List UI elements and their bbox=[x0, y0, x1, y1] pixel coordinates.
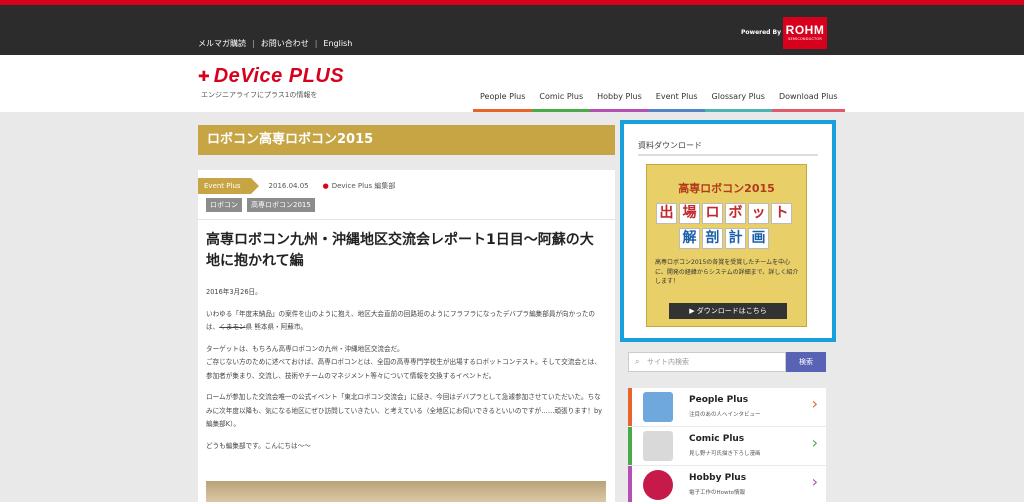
comic-character-icon bbox=[643, 431, 673, 461]
category-subtitle: 見し野ナ可氏描き下ろし漫画 bbox=[689, 451, 761, 457]
search-input[interactable]: ⌕ サイト内検索 bbox=[628, 352, 786, 372]
banner-heading: 高専ロボコン2015 bbox=[678, 182, 775, 195]
category-title: People Plus bbox=[689, 395, 749, 405]
microphone-icon bbox=[643, 392, 673, 422]
rohm-logo-text: ROHM bbox=[785, 23, 825, 37]
banner-row-1: 出 場 ロ ボ ッ ト bbox=[656, 203, 794, 224]
article-meta: Event Plus 2016.04.05 ● Device Plus 編集部 bbox=[198, 170, 615, 196]
banner-char: 画 bbox=[748, 228, 769, 249]
banner-char: ト bbox=[771, 203, 792, 224]
tagline: エンジニアライフにプラス1の情報を bbox=[201, 91, 318, 99]
english-link[interactable]: English bbox=[323, 39, 352, 48]
search-placeholder: サイト内検索 bbox=[647, 358, 689, 366]
category-people-plus[interactable]: People Plus 注目のあの人へインタビュー › bbox=[628, 388, 826, 426]
top-links: メルマガ購読 | お問い合わせ | English bbox=[198, 38, 352, 49]
paragraph-intro-b: 県 熊本県・阿蘇市。 bbox=[245, 323, 308, 331]
banner-char: ッ bbox=[748, 203, 769, 224]
article-photo bbox=[206, 481, 606, 502]
site-logo[interactable]: ✚ DeVice PLUS bbox=[198, 65, 344, 88]
banner-char: 場 bbox=[679, 203, 700, 224]
download-button[interactable]: ▶ ダウンロードはこちら bbox=[669, 303, 787, 319]
author-name: Device Plus 編集部 bbox=[331, 181, 396, 190]
logo-text: DeVice PLUS bbox=[213, 65, 345, 87]
separator: | bbox=[252, 39, 255, 48]
tag-kosen-robocon-2015[interactable]: 高専ロボコン2015 bbox=[247, 198, 315, 212]
article-date: 2016.04.05 bbox=[268, 181, 309, 190]
tag-robocon[interactable]: ロボコン bbox=[206, 198, 242, 212]
paragraph-intro: いわゆる「年度末納品」の案件を山のように抱え、地区大会直前の回路班のようにフラフ… bbox=[206, 308, 607, 335]
article-body: 2016年3月26日。 いわゆる「年度末納品」の案件を山のように抱え、地区大会直… bbox=[198, 272, 615, 453]
category-comic-plus[interactable]: Comic Plus 見し野ナ可氏描き下ろし漫画 › bbox=[628, 427, 826, 465]
category-hobby-plus[interactable]: Hobby Plus 電子工作のHowto情報 › bbox=[628, 466, 826, 502]
page-title: ロボコン高専ロボコン2015 bbox=[198, 125, 615, 155]
banner-char: 解 bbox=[679, 228, 700, 249]
nav-hobby-plus[interactable]: Hobby Plus bbox=[590, 85, 649, 112]
category-list: People Plus 注目のあの人へインタビュー › Comic Plus 見… bbox=[628, 388, 826, 502]
banner-char: 剖 bbox=[702, 228, 723, 249]
chevron-right-icon: › bbox=[811, 433, 818, 452]
banner-char: ロ bbox=[702, 203, 723, 224]
paragraph-greeting: どうも編集部です。こんにちは〜〜 bbox=[206, 441, 311, 450]
banner-char: ボ bbox=[725, 203, 746, 224]
contact-link[interactable]: お問い合わせ bbox=[261, 38, 309, 49]
site-search: ⌕ サイト内検索 検索 bbox=[628, 352, 826, 372]
paragraph-date: 2016年3月26日。 bbox=[206, 288, 262, 296]
tag-list: ロボコン 高専ロボコン2015 bbox=[198, 198, 615, 212]
nav-comic-plus[interactable]: Comic Plus bbox=[532, 85, 591, 112]
banner-description: 高専ロボコン2015の各賞を受賞したチームを中心に、開発の経緯からシステムの詳細… bbox=[655, 259, 799, 285]
article-author: ● Device Plus 編集部 bbox=[323, 181, 396, 191]
article: Event Plus 2016.04.05 ● Device Plus 編集部 … bbox=[198, 170, 615, 502]
user-icon: ● bbox=[322, 181, 329, 190]
paragraph-target-a: ターゲットは、もちろん高専ロボコンの九州・沖縄地区交流会だ。 bbox=[206, 344, 404, 353]
category-badge[interactable]: Event Plus bbox=[198, 177, 258, 194]
newsletter-link[interactable]: メルマガ購読 bbox=[198, 38, 246, 49]
download-banner[interactable]: 高専ロボコン2015 出 場 ロ ボ ッ ト 解 剖 計 画 高専ロボコン201… bbox=[646, 164, 807, 327]
main-nav: People Plus Comic Plus Hobby Plus Event … bbox=[473, 85, 845, 112]
banner-char: 計 bbox=[725, 228, 746, 249]
nav-download-plus[interactable]: Download Plus bbox=[771, 85, 845, 112]
top-bar: メルマガ購読 | お問い合わせ | English Powered By ROH… bbox=[0, 0, 1024, 55]
nav-event-plus[interactable]: Event Plus bbox=[648, 85, 705, 112]
category-subtitle: 注目のあの人へインタビュー bbox=[689, 412, 761, 418]
category-subtitle: 電子工作のHowto情報 bbox=[689, 490, 746, 496]
banner-char: 出 bbox=[656, 203, 677, 224]
site-header: ✚ DeVice PLUS エンジニアライフにプラス1の情報を People P… bbox=[0, 55, 1024, 112]
plus-icon: ✚ bbox=[198, 68, 210, 85]
divider bbox=[638, 154, 818, 156]
struck-text: くまモン bbox=[219, 323, 246, 331]
chevron-right-icon: › bbox=[811, 394, 818, 413]
chevron-right-icon: › bbox=[811, 472, 818, 491]
category-title: Hobby Plus bbox=[689, 473, 747, 483]
powered-by-label: Powered By bbox=[741, 29, 782, 36]
nav-glossary-plus[interactable]: Glossary Plus bbox=[704, 85, 772, 112]
rohm-logo-sub: SEMICONDUCTOR bbox=[788, 37, 822, 41]
separator: | bbox=[314, 39, 318, 48]
article-title: 高専ロボコン九州・沖縄地区交流会レポート1日目〜阿蘇の大地に抱かれて編 bbox=[206, 232, 594, 269]
download-box-title: 資料ダウンロード bbox=[638, 141, 702, 150]
rohm-logo[interactable]: ROHM SEMICONDUCTOR bbox=[783, 17, 827, 49]
paragraph-target-b: ご存じない方のために述べておけば、高専ロボコンとは、全国の高専専門学校生が出場す… bbox=[206, 358, 601, 380]
search-button[interactable]: 検索 bbox=[786, 352, 826, 372]
search-icon: ⌕ bbox=[635, 357, 640, 366]
nav-people-plus[interactable]: People Plus bbox=[473, 85, 533, 112]
category-title: Comic Plus bbox=[689, 434, 745, 444]
raspberry-pi-icon bbox=[643, 470, 673, 500]
banner-row-2: 解 剖 計 画 bbox=[679, 228, 771, 249]
paragraph-event: ロームが参加した交流会唯一の公式イベント「東北ロボコン交流会」に続き、今回はデバ… bbox=[206, 393, 603, 428]
download-box: 資料ダウンロード 高専ロボコン2015 出 場 ロ ボ ッ ト 解 剖 計 画 … bbox=[620, 120, 836, 342]
paragraph-target: ターゲットは、もちろん高専ロボコンの九州・沖縄地区交流会だ。ご存じない方のために… bbox=[206, 343, 607, 384]
